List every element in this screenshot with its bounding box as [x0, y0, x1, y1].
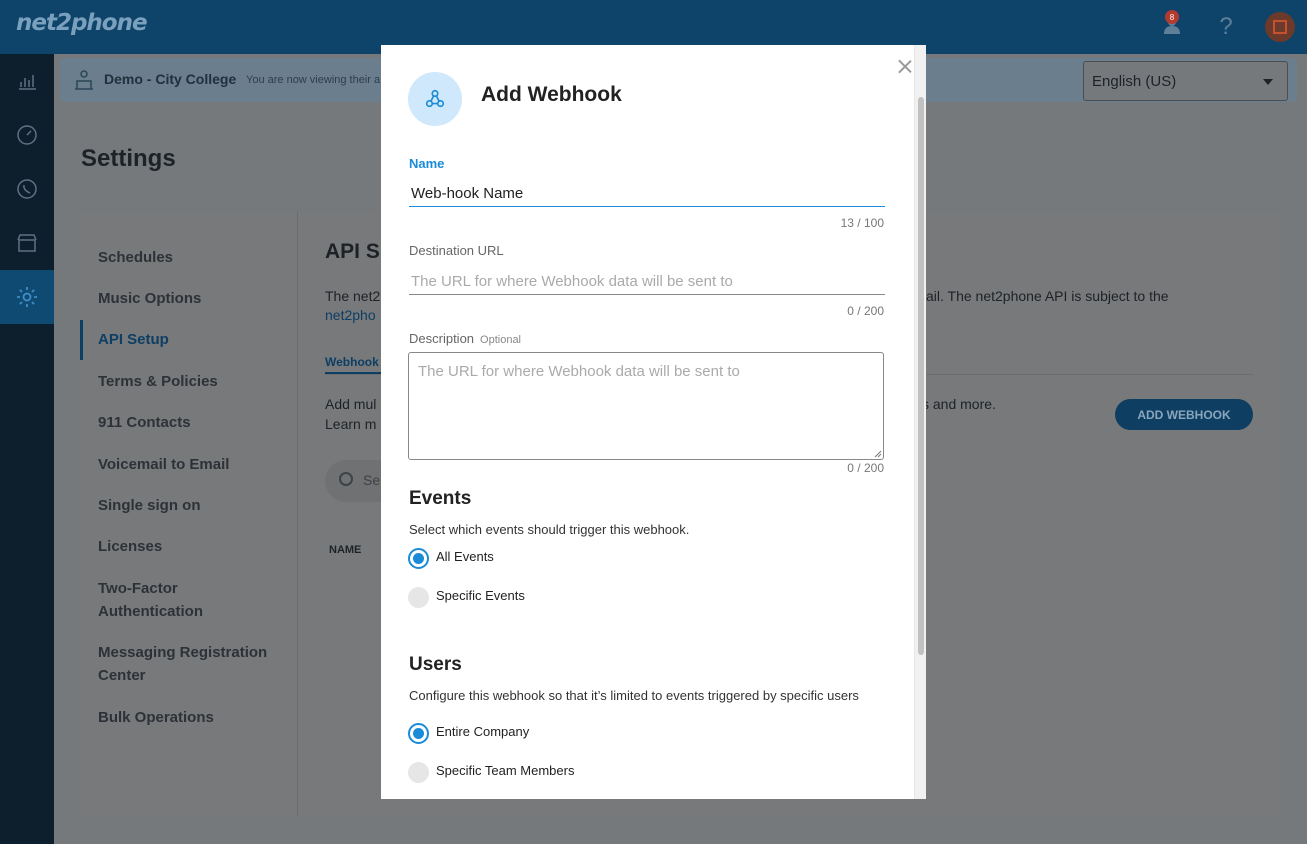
specific-team-members-radio[interactable] — [408, 762, 429, 783]
webhooks-intro-left-2: Learn m — [325, 416, 377, 432]
language-select[interactable]: English (US) — [1083, 61, 1288, 101]
entire-company-label[interactable]: Entire Company — [436, 724, 529, 739]
events-description: Select which events should trigger this … — [409, 522, 690, 537]
api-description-left: The net2 — [325, 288, 381, 304]
webhook-search-input[interactable]: Se — [325, 460, 385, 502]
chevron-down-icon — [1263, 79, 1273, 85]
webhooks-intro-right: s and more. — [922, 396, 996, 412]
phone-icon[interactable] — [0, 162, 54, 216]
entire-company-radio[interactable] — [408, 723, 429, 744]
name-counter: 13 / 100 — [840, 216, 884, 230]
api-setup-title: API S — [325, 240, 380, 263]
events-title: Events — [409, 488, 472, 509]
name-label: Name — [409, 156, 445, 171]
specific-events-label[interactable]: Specific Events — [436, 588, 525, 603]
account-name: Demo - City College — [104, 71, 237, 87]
settings-gear-icon[interactable] — [0, 270, 54, 324]
menu-item-api-setup[interactable]: API Setup — [98, 328, 288, 351]
modal-scrollbar[interactable] — [914, 45, 926, 799]
menu-item-music-options[interactable]: Music Options — [98, 287, 288, 310]
add-webhook-modal: Add Webhook Name 13 / 100 Destination UR… — [381, 45, 926, 799]
all-events-label[interactable]: All Events — [436, 549, 494, 564]
menu-item-messaging-registration-center[interactable]: Messaging Registration Center — [98, 641, 283, 687]
users-title: Users — [409, 654, 462, 675]
account-viewing-note: You are now viewing their a — [246, 74, 381, 86]
column-header-name: NAME — [329, 544, 362, 556]
menu-item-two-factor-authentication[interactable]: Two-Factor Authentication — [98, 577, 238, 623]
modal-scrollbar-thumb[interactable] — [918, 97, 924, 655]
menu-item-bulk-operations[interactable]: Bulk Operations — [98, 706, 288, 729]
optional-tag: Optional — [480, 334, 522, 346]
notification-badge: 8 — [1165, 10, 1179, 24]
close-icon[interactable] — [896, 57, 914, 75]
dashboard-icon[interactable] — [0, 108, 54, 162]
menu-item-single-sign-on[interactable]: Single sign on — [98, 494, 288, 517]
search-icon — [339, 472, 353, 486]
page-title: Settings — [81, 145, 176, 172]
api-terms-link[interactable]: net2pho — [325, 307, 376, 323]
specific-team-members-label[interactable]: Specific Team Members — [436, 763, 574, 778]
menu-active-indicator — [80, 320, 83, 360]
description-label-text: Description — [409, 331, 475, 346]
menu-item-911-contacts[interactable]: 911 Contacts — [98, 411, 288, 434]
destination-url-input[interactable] — [409, 269, 885, 295]
menu-item-licenses[interactable]: Licenses — [98, 535, 288, 558]
menu-item-schedules[interactable]: Schedules — [98, 246, 288, 269]
resize-handle-icon[interactable] — [872, 448, 882, 458]
destination-url-counter: 0 / 200 — [847, 304, 884, 318]
webhooks-intro-left: Add mul — [325, 396, 377, 412]
all-events-radio[interactable] — [408, 548, 429, 569]
api-description-right: ail. The net2phone API is subject to the — [926, 288, 1169, 304]
specific-events-radio[interactable] — [408, 587, 429, 608]
add-webhook-button[interactable]: ADD WEBHOOK — [1115, 399, 1253, 430]
tab-webhooks[interactable]: Webhook — [325, 355, 379, 369]
users-description: Configure this webhook so that it’s limi… — [409, 688, 859, 703]
language-select-value: English (US) — [1092, 73, 1177, 90]
menu-item-voicemail-to-email[interactable]: Voicemail to Email — [98, 453, 288, 476]
net2phone-logo[interactable]: net2phone — [16, 10, 148, 36]
help-icon[interactable]: ? — [1211, 12, 1241, 42]
user-avatar[interactable] — [1265, 12, 1295, 42]
store-icon[interactable] — [0, 216, 54, 270]
building-icon — [75, 70, 93, 90]
analytics-icon[interactable] — [0, 54, 54, 108]
settings-divider — [297, 212, 298, 816]
webhook-icon — [408, 72, 462, 126]
name-input[interactable] — [409, 181, 885, 207]
destination-url-label: Destination URL — [409, 243, 504, 258]
menu-item-terms-policies[interactable]: Terms & Policies — [98, 370, 288, 393]
search-placeholder: Se — [363, 472, 381, 488]
description-textarea[interactable] — [408, 352, 884, 460]
description-counter: 0 / 200 — [847, 461, 884, 475]
description-label: Description Optional — [409, 331, 521, 346]
modal-title: Add Webhook — [481, 83, 622, 106]
left-navigation — [0, 54, 54, 844]
